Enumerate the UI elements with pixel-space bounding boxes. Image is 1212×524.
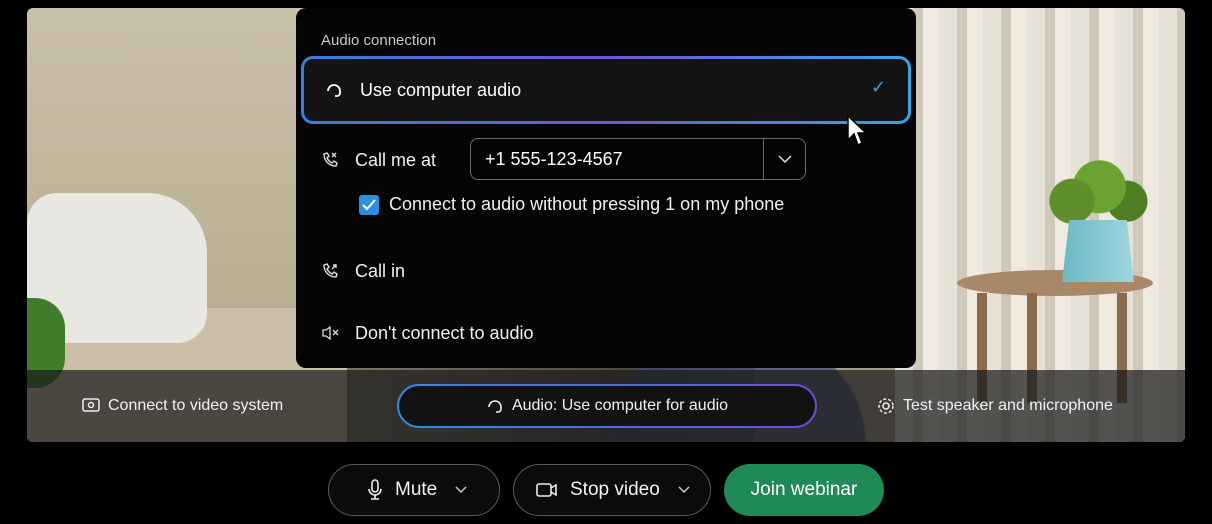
phone-number-input[interactable] bbox=[485, 139, 755, 179]
headset-icon bbox=[324, 80, 344, 100]
option-call-in[interactable]: Call in bbox=[321, 256, 405, 286]
mute-button[interactable]: Mute bbox=[328, 464, 500, 516]
mute-label: Mute bbox=[395, 479, 438, 500]
no-press-1-checkbox-row[interactable]: Connect to audio without pressing 1 on m… bbox=[359, 194, 784, 215]
join-webinar-label: Join webinar bbox=[750, 479, 858, 500]
test-speaker-label: Test speaker and microphone bbox=[903, 397, 1113, 414]
option-label: Call me at bbox=[355, 149, 437, 170]
video-system-icon bbox=[82, 398, 100, 414]
connect-video-system-button[interactable]: Connect to video system bbox=[82, 370, 283, 442]
checkbox[interactable] bbox=[359, 194, 379, 215]
test-speaker-button[interactable]: Test speaker and microphone bbox=[877, 370, 1113, 442]
option-label: Don't connect to audio bbox=[355, 322, 534, 343]
headset-icon bbox=[486, 397, 504, 415]
option-label: Use computer audio bbox=[360, 79, 522, 100]
stop-video-label: Stop video bbox=[570, 479, 660, 500]
camera-icon bbox=[536, 482, 558, 498]
popup-title: Audio connection bbox=[321, 32, 437, 49]
speaker-muted-icon bbox=[321, 325, 339, 341]
phone-callback-icon bbox=[321, 151, 339, 169]
preview-pot bbox=[1062, 220, 1134, 282]
microphone-icon bbox=[367, 479, 383, 501]
audio-connection-label: Audio: Use computer for audio bbox=[511, 397, 729, 414]
connect-video-system-label: Connect to video system bbox=[108, 397, 284, 414]
chevron-down-icon bbox=[777, 155, 792, 163]
phone-outgoing-icon bbox=[321, 262, 339, 280]
gear-icon bbox=[877, 397, 895, 415]
option-dont-connect[interactable]: Don't connect to audio bbox=[321, 318, 534, 348]
stop-video-button[interactable]: Stop video bbox=[513, 464, 711, 516]
option-call-me[interactable]: Call me at bbox=[321, 138, 436, 182]
preview-options-bar: Connect to video system Audio: Use compu… bbox=[27, 370, 1185, 442]
chevron-down-icon[interactable] bbox=[678, 486, 690, 494]
audio-connection-popup: Audio connection Use computer audio ✓ Ca… bbox=[296, 8, 916, 368]
option-use-computer-audio[interactable]: Use computer audio ✓ bbox=[301, 56, 911, 124]
option-label: Call in bbox=[355, 260, 406, 281]
phone-number-field[interactable] bbox=[470, 138, 806, 180]
preview-plant bbox=[1039, 158, 1149, 230]
chevron-down-icon[interactable] bbox=[455, 486, 467, 494]
join-webinar-button[interactable]: Join webinar bbox=[724, 464, 884, 516]
phone-dropdown-button[interactable] bbox=[763, 139, 805, 179]
audio-connection-button[interactable]: Audio: Use computer for audio bbox=[397, 384, 817, 428]
mouse-cursor-icon bbox=[846, 114, 868, 148]
checkmark-icon: ✓ bbox=[870, 77, 886, 97]
checkbox-label: Connect to audio without pressing 1 on m… bbox=[389, 194, 785, 214]
